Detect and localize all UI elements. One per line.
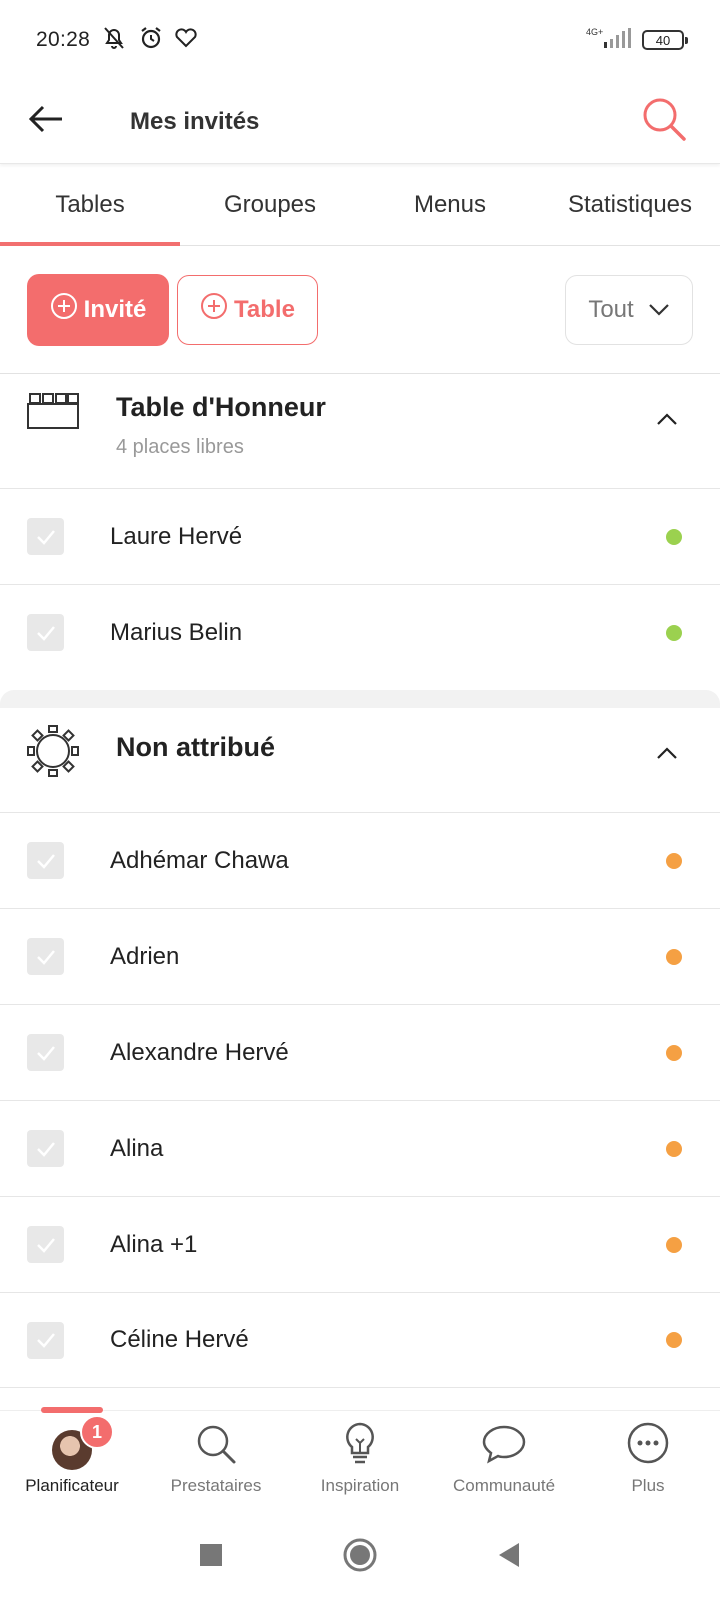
nav-label: Communauté bbox=[452, 1476, 556, 1495]
tab-groupes[interactable]: Groupes bbox=[180, 164, 360, 245]
section-subtitle: 4 places libres bbox=[116, 436, 244, 458]
guest-row[interactable]: Alexandre Hervé bbox=[0, 1004, 720, 1100]
guest-row[interactable]: Adhémar Chawa bbox=[0, 812, 720, 908]
guest-name: Marius Belin bbox=[110, 618, 243, 646]
nav-inspiration[interactable]: Inspiration bbox=[288, 1411, 432, 1514]
guest-name: Alina bbox=[110, 1134, 164, 1162]
tab-statistiques[interactable]: Statistiques bbox=[540, 164, 720, 245]
status-notification-icons bbox=[100, 25, 198, 56]
more-icon bbox=[626, 1421, 670, 1470]
status-time: 20:28 bbox=[36, 28, 91, 51]
nav-label: Inspiration bbox=[320, 1476, 400, 1495]
status-dot bbox=[666, 1332, 682, 1348]
search-icon bbox=[195, 1423, 237, 1470]
guest-checkbox[interactable] bbox=[27, 1130, 64, 1167]
status-dot bbox=[666, 1236, 682, 1253]
status-dot bbox=[666, 1044, 682, 1061]
action-bar: Invité Table Tout bbox=[0, 246, 720, 374]
plus-circle-icon bbox=[50, 292, 78, 327]
search-icon bbox=[640, 95, 688, 148]
arrow-left-icon bbox=[28, 105, 64, 138]
status-right: 4G+ 40 bbox=[586, 26, 688, 55]
back-nav-button[interactable] bbox=[497, 1542, 521, 1573]
status-dot bbox=[666, 1140, 682, 1157]
guest-checkbox[interactable] bbox=[27, 1226, 64, 1263]
section-title: Non attribué bbox=[116, 732, 275, 762]
guest-checkbox[interactable] bbox=[27, 1321, 64, 1359]
battery-indicator: 40 bbox=[642, 30, 688, 50]
guest-name: Adrien bbox=[110, 942, 180, 970]
guest-checkbox[interactable] bbox=[27, 938, 64, 975]
chevron-up-icon[interactable] bbox=[652, 738, 682, 768]
round-table-icon bbox=[26, 724, 80, 783]
guest-row[interactable]: Adrien bbox=[0, 908, 720, 1004]
tab-bar: Tables Groupes Menus Statistiques bbox=[0, 164, 720, 246]
section-divider bbox=[0, 690, 720, 708]
guest-name: Alexandre Hervé bbox=[110, 1038, 289, 1066]
alarm-icon bbox=[138, 25, 164, 56]
guest-name: Laure Hervé bbox=[110, 522, 243, 550]
status-dot bbox=[666, 624, 682, 641]
tab-menus[interactable]: Menus bbox=[360, 164, 540, 245]
system-navigation-bar bbox=[0, 1514, 720, 1600]
add-guest-label: Invité bbox=[83, 295, 147, 323]
status-bar: 20:28 4G+ 40 bbox=[0, 0, 720, 80]
guest-checkbox[interactable] bbox=[27, 614, 64, 651]
tab-tables[interactable]: Tables bbox=[0, 164, 180, 246]
search-button[interactable] bbox=[634, 92, 694, 152]
active-indicator bbox=[41, 1407, 103, 1413]
nav-communaute[interactable]: Communauté bbox=[432, 1411, 576, 1514]
nav-label: Plus bbox=[631, 1476, 665, 1495]
nav-plus[interactable]: Plus bbox=[576, 1411, 720, 1514]
page-title: Mes invités bbox=[130, 107, 260, 135]
heart-icon bbox=[174, 27, 198, 54]
guest-name: Adhémar Chawa bbox=[110, 846, 289, 874]
app-header: Mes invités bbox=[0, 80, 720, 164]
plus-circle-icon bbox=[200, 292, 228, 327]
chat-bubble-icon bbox=[481, 1423, 527, 1470]
home-button[interactable] bbox=[343, 1538, 377, 1577]
back-button[interactable] bbox=[16, 92, 76, 152]
chevron-up-icon[interactable] bbox=[652, 404, 682, 434]
nav-label: Planificateur bbox=[25, 1476, 119, 1495]
status-dot bbox=[666, 528, 682, 545]
signal-icon: 4G+ bbox=[586, 26, 632, 55]
status-dot bbox=[666, 852, 682, 869]
guest-checkbox[interactable] bbox=[27, 518, 64, 555]
guest-row[interactable]: Alina +1 bbox=[0, 1196, 720, 1292]
section-header-table-honneur[interactable]: Table d'Honneur 4 places libres bbox=[0, 374, 720, 488]
guest-row[interactable]: Alina bbox=[0, 1100, 720, 1196]
guest-name: Céline Hervé bbox=[110, 1326, 249, 1353]
guest-checkbox[interactable] bbox=[27, 842, 64, 879]
rectangular-table-icon bbox=[26, 392, 80, 437]
section-header-non-attribue[interactable]: Non attribué bbox=[0, 708, 720, 812]
lightbulb-icon bbox=[340, 1421, 380, 1470]
add-table-label: Table bbox=[234, 295, 295, 323]
network-type: 4G+ bbox=[586, 27, 603, 37]
filter-value: Tout bbox=[588, 295, 634, 323]
recents-button[interactable] bbox=[199, 1543, 223, 1572]
section-title: Table d'Honneur bbox=[116, 392, 326, 422]
nav-planificateur[interactable]: 1 Planificateur bbox=[0, 1407, 144, 1514]
guest-row[interactable]: Marius Belin bbox=[0, 584, 720, 680]
guest-row[interactable]: Céline Hervé bbox=[0, 1292, 720, 1388]
guest-name: Alina +1 bbox=[110, 1230, 198, 1258]
chevron-down-icon bbox=[648, 296, 670, 324]
guest-row[interactable]: Laure Hervé bbox=[0, 488, 720, 584]
add-table-button[interactable]: Table bbox=[177, 274, 318, 345]
bottom-navigation: 1 Planificateur Prestataires Inspiration… bbox=[0, 1407, 720, 1514]
nav-prestataires[interactable]: Prestataires bbox=[144, 1411, 288, 1514]
add-guest-button[interactable]: Invité bbox=[27, 273, 169, 346]
filter-dropdown[interactable]: Tout bbox=[565, 274, 693, 345]
muted-bell-icon bbox=[100, 25, 128, 56]
guest-checkbox[interactable] bbox=[27, 1034, 64, 1071]
nav-label: Prestataires bbox=[170, 1476, 262, 1495]
status-dot bbox=[666, 948, 682, 965]
notification-badge: 1 bbox=[80, 1415, 114, 1449]
